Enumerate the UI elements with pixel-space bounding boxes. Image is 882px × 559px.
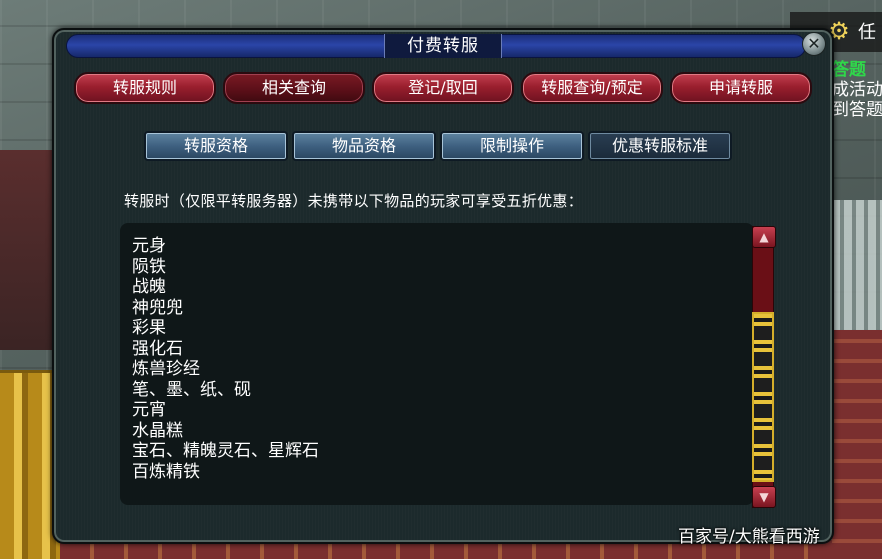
tab-related-queries[interactable]: 相关查询 bbox=[223, 72, 365, 104]
dialog-title: 付费转服 bbox=[384, 34, 502, 58]
discount-notice: 转服时（仅限平转服务器）未携带以下物品的玩家可享受五折优惠： bbox=[124, 192, 584, 210]
list-item: 炼兽珍经 bbox=[132, 359, 200, 379]
quest-tracker[interactable]: 答题 成活动 到答题 bbox=[832, 60, 882, 120]
quest-line: 到答题 bbox=[832, 100, 882, 120]
list-item: 神兜兜 bbox=[132, 297, 183, 318]
subtab-restricted-actions[interactable]: 限制操作 bbox=[440, 131, 584, 161]
tab-apply-transfer[interactable]: 申请转服 bbox=[670, 72, 812, 104]
subtab-transfer-eligibility[interactable]: 转服资格 bbox=[144, 131, 288, 161]
list-item: 水晶糕 bbox=[132, 420, 183, 441]
list-item: 元身 bbox=[132, 236, 166, 256]
list-item: 百炼精铁 bbox=[132, 461, 200, 482]
list-item: 元宵 bbox=[132, 400, 166, 420]
scrollbar-thumb[interactable] bbox=[752, 312, 774, 482]
list-item: 强化石 bbox=[132, 338, 183, 359]
quest-title: 答题 bbox=[832, 60, 866, 80]
red-floor-right bbox=[832, 330, 882, 559]
close-button[interactable]: ✕ bbox=[802, 32, 826, 56]
tab-transfer-rules[interactable]: 转服规则 bbox=[74, 72, 216, 104]
subtab-item-eligibility[interactable]: 物品资格 bbox=[292, 131, 436, 161]
restricted-item-list: 元身 陨铁 战魄 神兜兜 彩果 强化石 炼兽珍经 笔、墨、纸、砚 元宵 水晶糕 … bbox=[132, 236, 319, 482]
scroll-down-arrow-icon[interactable]: ▼ bbox=[752, 486, 776, 508]
hud-label[interactable]: 任 bbox=[858, 18, 876, 44]
tab-transfer-query-reserve[interactable]: 转服查询/预定 bbox=[521, 72, 663, 104]
watermark: 百家号/大熊看西游 bbox=[678, 527, 820, 547]
paid-server-transfer-dialog: 付费转服 ✕ 转服规则 相关查询 登记/取回 转服查询/预定 申请转服 转服资格… bbox=[52, 28, 834, 544]
list-item: 战魄 bbox=[132, 277, 166, 297]
scroll-up-arrow-icon[interactable]: ▲ bbox=[752, 226, 776, 248]
tab-register-retrieve[interactable]: 登记/取回 bbox=[372, 72, 514, 104]
list-item: 宝石、精魄灵石、星辉石 bbox=[132, 441, 319, 461]
list-item: 彩果 bbox=[132, 318, 166, 338]
subtab-discount-standard[interactable]: 优惠转服标准 bbox=[588, 131, 732, 161]
stone-railing bbox=[832, 200, 882, 330]
list-item: 陨铁 bbox=[132, 256, 166, 277]
red-floor-left bbox=[0, 150, 60, 350]
quest-line: 成活动 bbox=[832, 80, 882, 100]
list-item: 笔、墨、纸、砚 bbox=[132, 379, 251, 400]
